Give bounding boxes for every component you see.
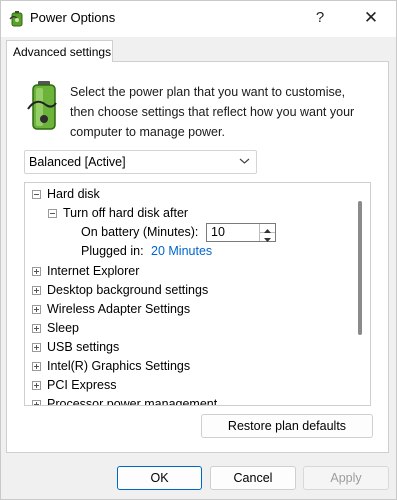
plan-select[interactable]: Balanced [Active] bbox=[24, 150, 257, 174]
collapse-icon[interactable] bbox=[48, 209, 57, 218]
expand-icon[interactable] bbox=[32, 381, 41, 390]
close-button[interactable]: ✕ bbox=[358, 6, 384, 30]
battery-icon bbox=[27, 81, 57, 130]
expand-icon[interactable] bbox=[32, 286, 41, 295]
on-battery-label: On battery (Minutes): bbox=[81, 225, 199, 239]
tree-scrollbar[interactable] bbox=[358, 201, 362, 335]
tree-item-label: Sleep bbox=[47, 321, 79, 335]
settings-tree[interactable]: Hard disk Turn off hard disk after On ba… bbox=[24, 182, 371, 406]
arrow-down-icon bbox=[264, 238, 271, 242]
apply-button[interactable]: Apply bbox=[303, 466, 389, 490]
tree-item-label: Turn off hard disk after bbox=[63, 206, 189, 220]
on-battery-spinbox[interactable]: 10 bbox=[206, 223, 276, 242]
tree-item-label: PCI Express bbox=[47, 378, 117, 392]
tree-item-label: Processor power management bbox=[47, 397, 218, 406]
power-options-window: Power Options ? ✕ Advanced settings Sele… bbox=[0, 0, 397, 500]
ok-button[interactable]: OK bbox=[117, 466, 202, 490]
plan-select-value: Balanced [Active] bbox=[29, 155, 126, 169]
tree-item-label: Desktop background settings bbox=[47, 283, 209, 297]
help-button[interactable]: ? bbox=[307, 6, 333, 30]
tree-item-label: Intel(R) Graphics Settings bbox=[47, 359, 191, 373]
expand-icon[interactable] bbox=[32, 267, 41, 276]
cancel-button[interactable]: Cancel bbox=[210, 466, 296, 490]
tree-item-label: Hard disk bbox=[47, 187, 100, 201]
expand-icon[interactable] bbox=[32, 343, 41, 352]
expand-icon[interactable] bbox=[32, 400, 41, 405]
plugged-in-value-link[interactable]: 20 Minutes bbox=[151, 242, 212, 261]
collapse-icon[interactable] bbox=[32, 190, 41, 199]
intro-text: Select the power plan that you want to c… bbox=[70, 85, 355, 139]
plugged-in-label: Plugged in: bbox=[81, 244, 144, 258]
advanced-settings-panel: Select the power plan that you want to c… bbox=[6, 61, 389, 453]
tree-item-label: USB settings bbox=[47, 340, 120, 354]
expand-icon[interactable] bbox=[32, 324, 41, 333]
spin-down-button[interactable] bbox=[259, 233, 275, 242]
window-title: Power Options bbox=[30, 10, 116, 25]
spin-up-button[interactable] bbox=[259, 224, 275, 233]
tree-item-label: Wireless Adapter Settings bbox=[47, 302, 191, 316]
power-options-icon bbox=[9, 11, 23, 27]
expand-icon[interactable] bbox=[32, 305, 41, 314]
tab-advanced-settings[interactable]: Advanced settings bbox=[6, 40, 113, 62]
tab-label: Advanced settings bbox=[13, 45, 112, 59]
expand-icon[interactable] bbox=[32, 362, 41, 371]
restore-plan-defaults-button[interactable]: Restore plan defaults bbox=[201, 414, 373, 438]
tree-item-label: Internet Explorer bbox=[47, 264, 140, 278]
chevron-down-icon bbox=[239, 158, 250, 164]
title-bar[interactable]: Power Options ? ✕ bbox=[1, 1, 396, 37]
on-battery-value[interactable]: 10 bbox=[211, 225, 225, 239]
